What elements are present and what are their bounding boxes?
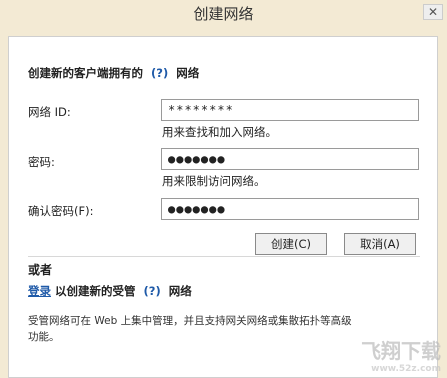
watermark-brand: 飞翔下载 bbox=[361, 339, 441, 363]
network-id-hint: 用来查找和加入网络。 bbox=[162, 125, 277, 139]
watermark-url: www.52z.com bbox=[371, 364, 441, 374]
close-icon[interactable]: ✕ bbox=[423, 4, 443, 20]
section-heading: 创建新的客户端拥有的 (?) 网络 bbox=[28, 65, 199, 81]
create-button[interactable]: 创建(C) bbox=[255, 233, 327, 255]
cancel-button[interactable]: 取消(A) bbox=[344, 233, 416, 255]
managed-text: 以创建新的受管 bbox=[55, 284, 136, 298]
heading-text: 创建新的客户端拥有的 bbox=[28, 66, 143, 80]
title-bar: 创建网络 ✕ bbox=[0, 0, 447, 26]
login-link[interactable]: 登录 bbox=[28, 284, 51, 298]
password-input[interactable]: ●●●●●●● bbox=[161, 148, 419, 170]
managed-help-link[interactable]: (?) bbox=[140, 284, 165, 298]
managed-network-line: 登录 以创建新的受管 (?) 网络 bbox=[28, 283, 192, 299]
or-label: 或者 bbox=[28, 263, 53, 277]
password-hint: 用来限制访问网络。 bbox=[162, 174, 266, 188]
managed-description: 受管网络可在 Web 上集中管理，并且支持网关网络或集散拓扑等高级功能。 bbox=[28, 315, 352, 343]
help-link[interactable]: (?) bbox=[147, 66, 172, 80]
heading-suffix: 网络 bbox=[176, 66, 200, 80]
password-label: 密码: bbox=[28, 155, 55, 169]
network-id-label: 网络 ID: bbox=[28, 105, 71, 119]
network-id-input[interactable]: ******** bbox=[161, 99, 419, 121]
watermark-logo: 飞翔下载 www.52z.com bbox=[361, 335, 441, 374]
create-network-window: 创建网络 ✕ 创建新的客户端拥有的 (?) 网络 网络 ID: ********… bbox=[0, 0, 447, 378]
dialog-content: 创建新的客户端拥有的 (?) 网络 网络 ID: ******** 用来查找和加… bbox=[8, 36, 438, 378]
confirm-password-input[interactable]: ●●●●●●● bbox=[161, 198, 419, 220]
window-title: 创建网络 bbox=[193, 5, 254, 23]
managed-suffix: 网络 bbox=[168, 284, 192, 298]
divider bbox=[28, 256, 420, 257]
confirm-password-label: 确认密码(F): bbox=[28, 204, 94, 218]
